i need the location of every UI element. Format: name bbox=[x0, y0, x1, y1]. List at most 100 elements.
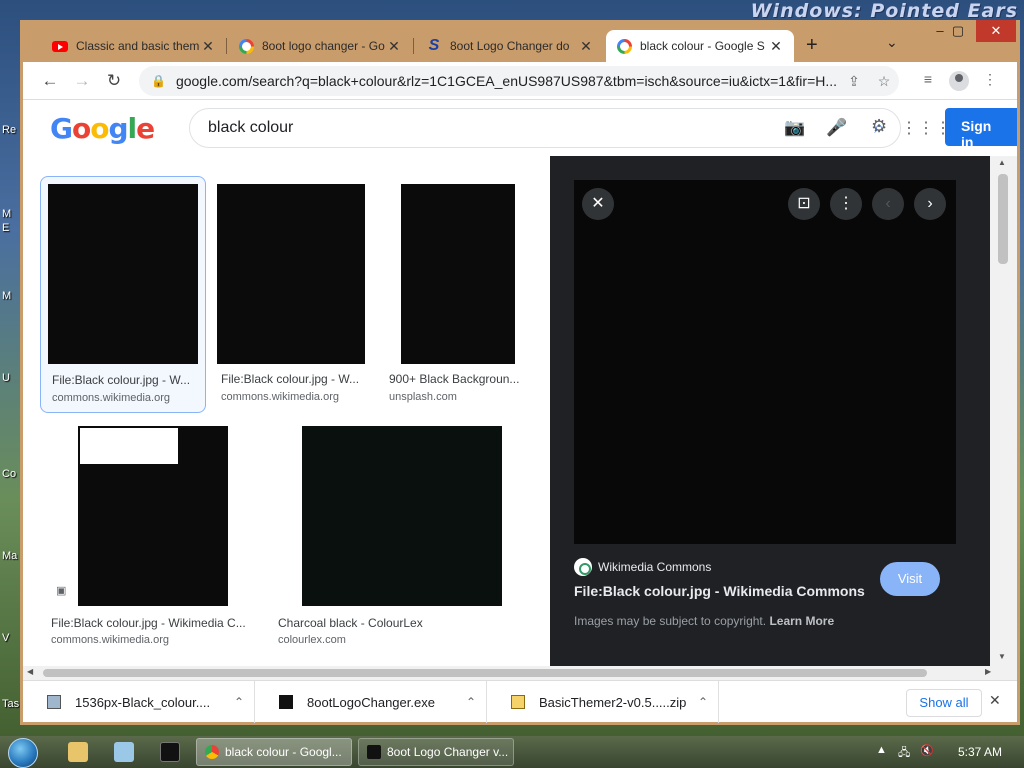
tab-strip: Classic and basic theme ✕ 8oot logo chan… bbox=[20, 20, 1020, 62]
lens-search-icon[interactable]: ⊡ bbox=[788, 188, 820, 220]
horizontal-scrollbar[interactable]: ◀ ▶ bbox=[23, 666, 1017, 680]
tab-8oot-download[interactable]: S 8oot Logo Changer do ✕ bbox=[416, 30, 604, 62]
vertical-scroll-thumb[interactable] bbox=[998, 174, 1008, 264]
chevron-right-icon[interactable]: › bbox=[914, 188, 946, 220]
kebab-menu-icon[interactable]: ⋮ bbox=[979, 71, 1001, 88]
desktop-icon-label[interactable]: Co bbox=[2, 468, 16, 480]
taskbar-task-chrome[interactable]: black colour - Googl... bbox=[196, 738, 352, 766]
desktop-icon-label[interactable]: M bbox=[2, 208, 11, 220]
google-logo[interactable]: Google bbox=[50, 112, 155, 145]
result-thumbnail[interactable] bbox=[302, 426, 502, 606]
download-item[interactable]: BasicThemer2-v0.5.....zip ⌃ bbox=[487, 681, 719, 723]
start-button[interactable] bbox=[8, 738, 38, 768]
close-icon[interactable]: ✕ bbox=[200, 38, 216, 55]
result-source: commons.wikimedia.org bbox=[221, 391, 339, 403]
preview-title[interactable]: File:Black colour.jpg - Wikimedia Common… bbox=[574, 583, 865, 599]
close-icon[interactable]: ✕ bbox=[989, 692, 1001, 709]
image-result[interactable]: Charcoal black - ColourLex colourlex.com bbox=[274, 426, 534, 656]
scroll-left-icon[interactable]: ◀ bbox=[27, 667, 33, 676]
download-item[interactable]: 1536px-Black_colour.... ⌃ bbox=[23, 681, 255, 723]
show-all-button[interactable]: Show all bbox=[906, 689, 982, 717]
camera-icon[interactable]: 📷 bbox=[774, 118, 816, 138]
download-name[interactable]: 8ootLogoChanger.exe bbox=[307, 695, 456, 710]
lock-icon[interactable]: 🔒 bbox=[151, 74, 166, 88]
preview-site[interactable]: Wikimedia Commons bbox=[574, 558, 711, 576]
microphone-icon[interactable]: 🎤 bbox=[816, 118, 858, 138]
desktop-banner: Windows: Pointed Ears bbox=[750, 0, 1018, 22]
vertical-scrollbar[interactable]: ▲ ▼ bbox=[990, 156, 1017, 666]
maximize-button[interactable]: ▢ bbox=[942, 20, 974, 42]
address-bar[interactable]: 🔒 google.com/search?q=black+colour&rlz=1… bbox=[139, 66, 899, 96]
result-title[interactable]: File:Black colour.jpg - W... bbox=[52, 373, 198, 387]
file-explorer-icon[interactable] bbox=[68, 742, 88, 762]
desktop-icon-label[interactable]: M bbox=[2, 290, 11, 302]
chevron-up-icon[interactable]: ⌃ bbox=[456, 695, 486, 709]
share-icon[interactable]: ⇪ bbox=[839, 73, 869, 90]
close-icon[interactable]: ✕ bbox=[768, 38, 784, 55]
chevron-up-icon[interactable]: ⌃ bbox=[688, 695, 718, 709]
result-thumbnail[interactable] bbox=[217, 184, 365, 364]
network-icon[interactable]: 🖧 bbox=[898, 744, 910, 763]
back-button[interactable]: ← bbox=[39, 70, 61, 92]
taskbar: black colour - Googl... 8oot Logo Change… bbox=[0, 736, 1024, 768]
tab-8oot-search[interactable]: 8oot logo changer - Go ✕ bbox=[228, 30, 412, 62]
scroll-right-icon[interactable]: ▶ bbox=[985, 667, 991, 676]
tab-search-chevron-icon[interactable]: ⌄ bbox=[886, 34, 898, 51]
chevron-left-icon[interactable]: ‹ bbox=[872, 188, 904, 220]
close-icon[interactable]: ✕ bbox=[582, 188, 614, 220]
image-result[interactable]: File:Black colour.jpg - W... commons.wik… bbox=[40, 176, 206, 413]
chevron-up-icon[interactable]: ⌃ bbox=[224, 695, 254, 709]
download-item[interactable]: 8ootLogoChanger.exe ⌃ bbox=[255, 681, 487, 723]
scroll-up-icon[interactable]: ▲ bbox=[998, 158, 1006, 167]
tab-youtube[interactable]: Classic and basic theme ✕ bbox=[42, 30, 226, 62]
result-thumbnail[interactable] bbox=[48, 184, 198, 364]
taskbar-task-8oot[interactable]: 8oot Logo Changer v... bbox=[358, 738, 514, 766]
horizontal-scroll-thumb[interactable] bbox=[43, 669, 927, 677]
profile-avatar-icon[interactable] bbox=[949, 71, 969, 91]
forward-button[interactable]: → bbox=[71, 70, 93, 92]
close-icon[interactable]: ✕ bbox=[386, 38, 402, 55]
show-hidden-icons-chevron-icon[interactable]: ▲ bbox=[876, 744, 887, 756]
desktop-icon-label[interactable]: U bbox=[2, 372, 10, 384]
reload-button[interactable]: ↻ bbox=[103, 70, 125, 92]
result-title[interactable]: 900+ Black Backgroun... bbox=[389, 372, 529, 386]
result-thumbnail[interactable] bbox=[401, 184, 515, 364]
preview-image[interactable] bbox=[574, 180, 956, 544]
reading-list-icon[interactable]: ≡ bbox=[917, 71, 939, 87]
search-input[interactable] bbox=[208, 119, 774, 137]
tab-title: Classic and basic theme bbox=[76, 39, 200, 53]
learn-more-link[interactable]: Learn More bbox=[769, 614, 834, 628]
bookmark-star-icon[interactable]: ☆ bbox=[869, 73, 899, 90]
image-result[interactable]: ▣ File:Black colour.jpg - Wikimedia C...… bbox=[48, 426, 258, 656]
desktop-icon-label[interactable]: V bbox=[2, 632, 9, 644]
scroll-down-icon[interactable]: ▼ bbox=[998, 652, 1006, 661]
image-file-icon bbox=[47, 695, 61, 709]
clock[interactable]: 5:37 AM bbox=[958, 745, 1002, 759]
close-icon[interactable]: ✕ bbox=[578, 38, 594, 55]
desktop-icon-label[interactable]: Ma bbox=[2, 550, 17, 562]
result-title[interactable]: Charcoal black - ColourLex bbox=[278, 616, 498, 630]
volume-muted-icon[interactable]: 🔇 bbox=[920, 744, 934, 757]
image-result[interactable]: File:Black colour.jpg - W... commons.wik… bbox=[213, 176, 379, 413]
image-result[interactable]: 900+ Black Backgroun... unsplash.com bbox=[385, 176, 551, 413]
visit-button[interactable]: Visit bbox=[880, 562, 940, 596]
result-title[interactable]: File:Black colour.jpg - Wikimedia C... bbox=[51, 616, 251, 630]
command-prompt-icon[interactable] bbox=[160, 742, 180, 762]
notepad-icon[interactable] bbox=[114, 742, 134, 762]
sign-in-button[interactable]: Sign in bbox=[945, 108, 1017, 150]
result-title[interactable]: File:Black colour.jpg - W... bbox=[221, 372, 367, 386]
download-name[interactable]: BasicThemer2-v0.5.....zip bbox=[539, 695, 688, 710]
new-tab-button[interactable]: + bbox=[806, 34, 818, 57]
result-source: commons.wikimedia.org bbox=[52, 392, 170, 404]
thumbnail-white-patch bbox=[80, 428, 178, 464]
gear-icon[interactable]: ⚙ bbox=[871, 116, 887, 137]
url-text[interactable]: google.com/search?q=black+colour&rlz=1C1… bbox=[176, 73, 839, 89]
desktop-icon-label[interactable]: Tas bbox=[2, 698, 19, 710]
download-name[interactable]: 1536px-Black_colour.... bbox=[75, 695, 224, 710]
preview-site-name[interactable]: Wikimedia Commons bbox=[598, 560, 711, 574]
desktop-icon-label[interactable]: E bbox=[2, 222, 9, 234]
tab-black-colour[interactable]: black colour - Google S ✕ bbox=[606, 30, 794, 62]
window-close-button[interactable]: ✕ bbox=[976, 20, 1016, 42]
desktop-icon-label[interactable]: Re bbox=[2, 124, 16, 136]
more-options-icon[interactable]: ⋮ bbox=[830, 188, 862, 220]
